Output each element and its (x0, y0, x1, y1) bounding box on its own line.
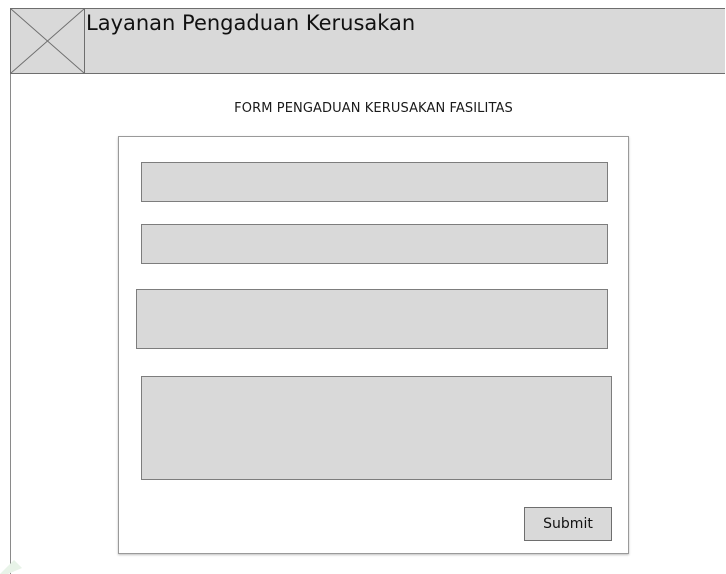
submit-button[interactable]: Submit (524, 507, 612, 541)
watermark-corner-shape (0, 560, 22, 574)
image-placeholder-icon (11, 9, 84, 73)
form-input-3[interactable] (136, 289, 608, 349)
page-title: Layanan Pengaduan Kerusakan (86, 11, 416, 35)
form-textarea[interactable] (141, 376, 612, 480)
form-input-1[interactable] (141, 162, 608, 202)
form-input-2[interactable] (141, 224, 608, 264)
logo-image-placeholder (10, 8, 85, 74)
form-heading: FORM PENGADUAN KERUSAKAN FASILITAS (234, 101, 513, 116)
page-left-border (10, 74, 11, 574)
